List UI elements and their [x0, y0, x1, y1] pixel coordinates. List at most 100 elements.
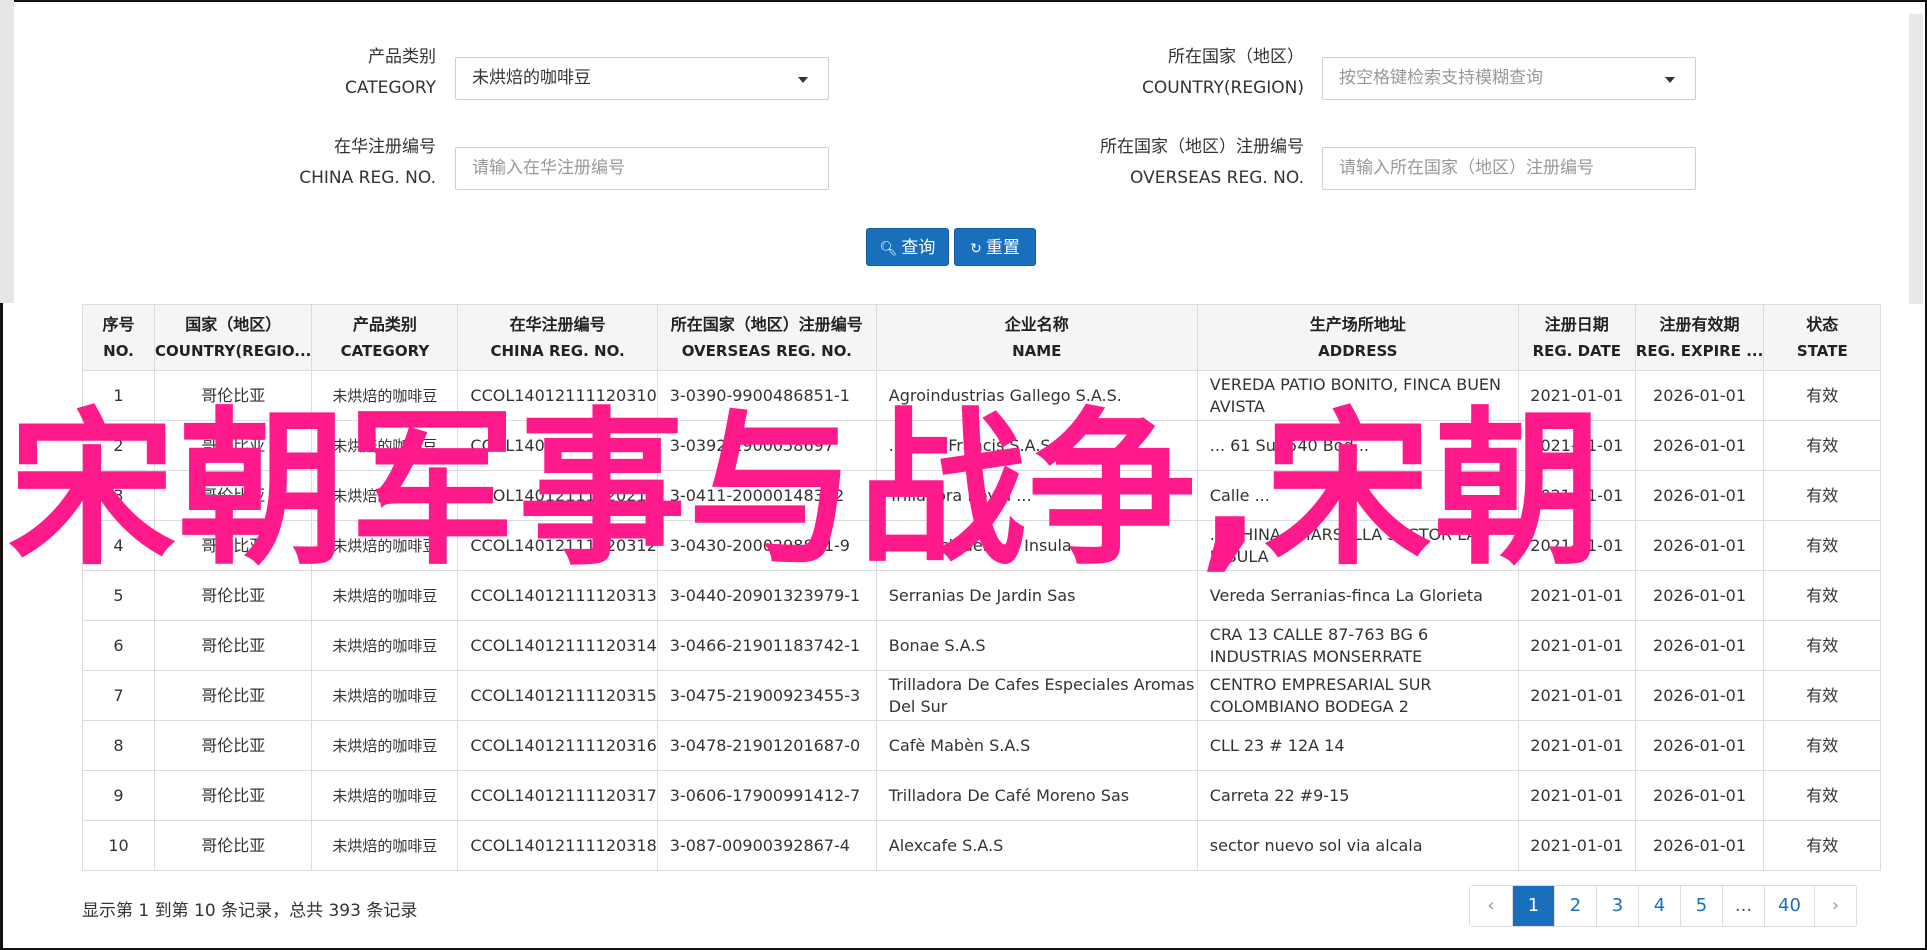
- pagination: ‹ 1 2 3 4 5 ... 40 ›: [1469, 885, 1857, 927]
- cell-reg-date: 2021-01-01: [1517, 770, 1636, 821]
- cell-reg-expire: 2026-01-01: [1634, 570, 1765, 621]
- cell-address: ... 61 Sur-540 Bod...: [1196, 420, 1519, 471]
- chevron-down-icon: [1665, 77, 1675, 83]
- cell-overseas-reg: 3-0606-17900991412-7: [656, 770, 877, 821]
- cell-china-reg: CCOL14012111120311: [457, 420, 658, 471]
- cell-category: 未烘焙的咖啡豆: [311, 620, 459, 671]
- cell-category: 未烘焙的咖啡豆: [311, 470, 459, 521]
- category-label: 产品类别 CATEGORY: [345, 47, 436, 98]
- cell-no: 4: [82, 520, 155, 571]
- col-header-china-reg[interactable]: 在华注册编号 CHINA REG. NO.: [457, 304, 658, 371]
- search-icon: 🔍︎: [879, 241, 898, 257]
- pagination-page-1[interactable]: 1: [1512, 886, 1554, 926]
- table-row[interactable]: 9 哥伦比亚 未烘焙的咖啡豆 CCOL14012111120317 3-0606-179…: [82, 770, 1882, 821]
- chevron-down-icon: [798, 77, 808, 83]
- search-button[interactable]: 🔍︎ 查询: [866, 228, 949, 266]
- cell-name: Cafè Mabèn S.A.S: [875, 720, 1198, 771]
- pagination-page-3[interactable]: 3: [1596, 886, 1638, 926]
- pagination-page-4[interactable]: 4: [1638, 886, 1680, 926]
- cell-address: VEREDA PATIO BONITO, FINCA BUEN AVISTA: [1196, 370, 1519, 421]
- cell-no: 1: [82, 370, 155, 421]
- cell-reg-expire: 2026-01-01: [1634, 620, 1765, 671]
- pagination-next[interactable]: ›: [1814, 886, 1856, 926]
- table-row[interactable]: 3 哥伦比亚 未烘焙的咖啡豆 CCOL14012111120211 3-0411-200…: [82, 470, 1882, 521]
- cell-category: 未烘焙的咖啡豆: [311, 670, 459, 721]
- cell-address: Vereda Serranias-finca La Glorieta: [1196, 570, 1519, 621]
- cell-category: 未烘焙的咖啡豆: [311, 570, 459, 621]
- cell-name: Beneficiadero ... Insula: [875, 520, 1198, 571]
- cell-china-reg: CCOL14012111120316: [457, 720, 658, 771]
- table-row[interactable]: 6 哥伦比亚 未烘焙的咖啡豆 CCOL14012111120314 3-0466-219…: [82, 620, 1882, 671]
- table-row[interactable]: 10 哥伦比亚 未烘焙的咖啡豆 CCOL14012111120318 3-087-009…: [82, 820, 1882, 871]
- cell-reg-date: 2021-01-01: [1517, 470, 1636, 521]
- cell-overseas-reg: 3-0466-21901183742-1: [656, 620, 877, 671]
- china-reg-label: 在华注册编号 CHINA REG. NO.: [299, 137, 436, 188]
- china-reg-input[interactable]: 请输入在华注册编号: [455, 147, 829, 190]
- cell-reg-expire: 2026-01-01: [1634, 520, 1765, 571]
- cell-overseas-reg: 3-087-00900392867-4: [656, 820, 877, 871]
- pagination-page-5[interactable]: 5: [1680, 886, 1722, 926]
- cell-country: 哥伦比亚: [153, 670, 313, 721]
- country-select[interactable]: 按空格键检索支持模糊查询: [1322, 57, 1696, 100]
- cell-reg-expire: 2026-01-01: [1634, 420, 1765, 471]
- cell-overseas-reg: 3-0411-20000148312: [656, 470, 877, 521]
- pagination-page-40[interactable]: 40: [1764, 886, 1814, 926]
- cell-reg-expire: 2026-01-01: [1634, 670, 1765, 721]
- col-header-name[interactable]: 企业名称 NAME: [875, 304, 1198, 371]
- cell-address: sector nuevo sol via alcala: [1196, 820, 1519, 871]
- cell-state: 有效: [1763, 820, 1882, 871]
- pagination-prev[interactable]: ‹: [1470, 886, 1512, 926]
- cell-state: 有效: [1763, 420, 1882, 471]
- col-header-no[interactable]: 序号 NO.: [82, 304, 155, 371]
- cell-country: 哥伦比亚: [153, 420, 313, 471]
- refresh-icon: ↻: [970, 241, 982, 257]
- cell-country: 哥伦比亚: [153, 520, 313, 571]
- registration-table: 序号 NO. 国家（地区） COUNTRY(REGIO... 产品类别 CATEGOR…: [82, 304, 1882, 871]
- cell-reg-expire: 2026-01-01: [1634, 820, 1765, 871]
- cell-reg-date: 2021-01-01: [1517, 720, 1636, 771]
- cell-no: 10: [82, 820, 155, 871]
- table-row[interactable]: 4 哥伦比亚 未烘焙的咖啡豆 CCOL14012111120312 3-0430-200…: [82, 520, 1882, 571]
- cell-state: 有效: [1763, 520, 1882, 571]
- col-header-country[interactable]: 国家（地区） COUNTRY(REGIO...: [153, 304, 313, 371]
- overseas-reg-label: 所在国家（地区）注册编号 OVERSEAS REG. NO.: [1100, 137, 1304, 188]
- overseas-reg-input[interactable]: 请输入所在国家（地区）注册编号: [1322, 147, 1696, 190]
- cell-category: 未烘焙的咖啡豆: [311, 520, 459, 571]
- cell-state: 有效: [1763, 720, 1882, 771]
- pagination-page-2[interactable]: 2: [1554, 886, 1596, 926]
- category-select[interactable]: 未烘焙的咖啡豆: [455, 57, 829, 100]
- cell-address: Calle ...: [1196, 470, 1519, 521]
- table-row[interactable]: 5 哥伦比亚 未烘焙的咖啡豆 CCOL14012111120313 3-0440-209…: [82, 570, 1882, 621]
- table-row[interactable]: 1 哥伦比亚 未烘焙的咖啡豆 CCOL14012111120310 3-0390-990…: [82, 370, 1882, 421]
- table-row[interactable]: 2 哥伦比亚 未烘焙的咖啡豆 CCOL14012111120311 3-0392-190…: [82, 420, 1882, 471]
- reset-button[interactable]: ↻ 重置: [954, 228, 1036, 266]
- cell-china-reg: CCOL14012111120310: [457, 370, 658, 421]
- cell-name: Serranias De Jardin Sas: [875, 570, 1198, 621]
- cell-country: 哥伦比亚: [153, 720, 313, 771]
- table-row[interactable]: 8 哥伦比亚 未烘焙的咖啡豆 CCOL14012111120316 3-0478-219…: [82, 720, 1882, 771]
- col-header-category[interactable]: 产品类别 CATEGORY: [311, 304, 459, 371]
- scrollbar[interactable]: [1909, 14, 1923, 304]
- col-header-address[interactable]: 生产场所地址 ADDRESS: [1196, 304, 1519, 371]
- cell-reg-date: 2021-01-01: [1517, 570, 1636, 621]
- cell-overseas-reg: 3-0392-1900058697: [656, 420, 877, 471]
- cell-address: CRA 13 CALLE 87-763 BG 6 INDUSTRIAS MONS…: [1196, 620, 1519, 671]
- pagination-ellipsis: ...: [1722, 886, 1764, 926]
- cell-no: 6: [82, 620, 155, 671]
- table-row[interactable]: 7 哥伦比亚 未烘焙的咖啡豆 CCOL14012111120315 3-0475-219…: [82, 670, 1882, 721]
- cell-address: ... CHINA - MARSELLA SECTOR LA INSULA: [1196, 520, 1519, 571]
- cell-state: 有效: [1763, 370, 1882, 421]
- col-header-reg-date[interactable]: 注册日期 REG. DATE: [1517, 304, 1636, 371]
- cell-no: 9: [82, 770, 155, 821]
- cell-name: Trilladora De Cafes Especiales Aromas De…: [875, 670, 1198, 721]
- cell-address: CENTRO EMPRESARIAL SUR COLOMBIANO BODEGA…: [1196, 670, 1519, 721]
- cell-reg-expire: 2026-01-01: [1634, 770, 1765, 821]
- col-header-state[interactable]: 状态 STATE: [1763, 304, 1882, 371]
- col-header-reg-expire[interactable]: 注册有效期 REG. EXPIRE ...: [1634, 304, 1765, 371]
- cell-china-reg: CCOL14012111120312: [457, 520, 658, 571]
- cell-reg-date: 2021-01-01: [1517, 370, 1636, 421]
- cell-name: Trilladora De Café Moreno Sas: [875, 770, 1198, 821]
- cell-category: 未烘焙的咖啡豆: [311, 720, 459, 771]
- col-header-overseas-reg[interactable]: 所在国家（地区）注册编号 OVERSEAS REG. NO.: [656, 304, 877, 371]
- cell-reg-date: 2021-01-01: [1517, 820, 1636, 871]
